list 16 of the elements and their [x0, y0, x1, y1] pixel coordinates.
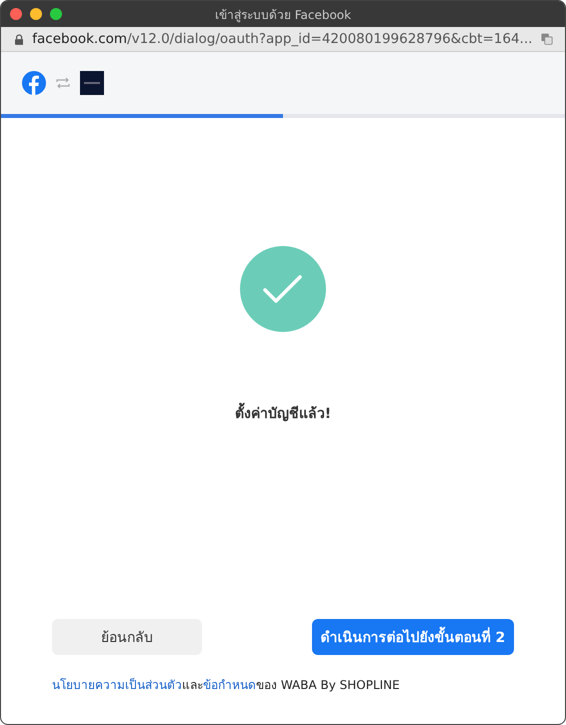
minimize-button[interactable]: [30, 8, 42, 20]
swap-icon: [56, 77, 70, 89]
continue-button[interactable]: ดำเนินการต่อไปยังขั้นตอนที่ 2: [312, 619, 514, 655]
back-button[interactable]: ย้อนกลับ: [52, 619, 202, 655]
privacy-policy-link[interactable]: นโยบายความเป็นส่วนตัว: [52, 678, 182, 692]
facebook-icon: [22, 71, 46, 95]
window-title: เข้าสู่ระบบด้วย Facebook: [214, 6, 352, 24]
terms-link[interactable]: ข้อกำหนด: [203, 678, 256, 692]
footer-text: นโยบายความเป็นส่วนตัวและข้อกำหนดของ WABA By SHOPLINE: [52, 676, 401, 694]
translate-icon[interactable]: [541, 32, 553, 46]
check-icon: [240, 246, 326, 332]
success-message: ตั้งค่าบัญชีแล้ว!: [234, 402, 332, 424]
app-logo-icon: [80, 71, 104, 95]
lock-icon: [15, 32, 24, 46]
zoom-button[interactable]: [50, 8, 62, 20]
close-button[interactable]: [10, 8, 22, 20]
